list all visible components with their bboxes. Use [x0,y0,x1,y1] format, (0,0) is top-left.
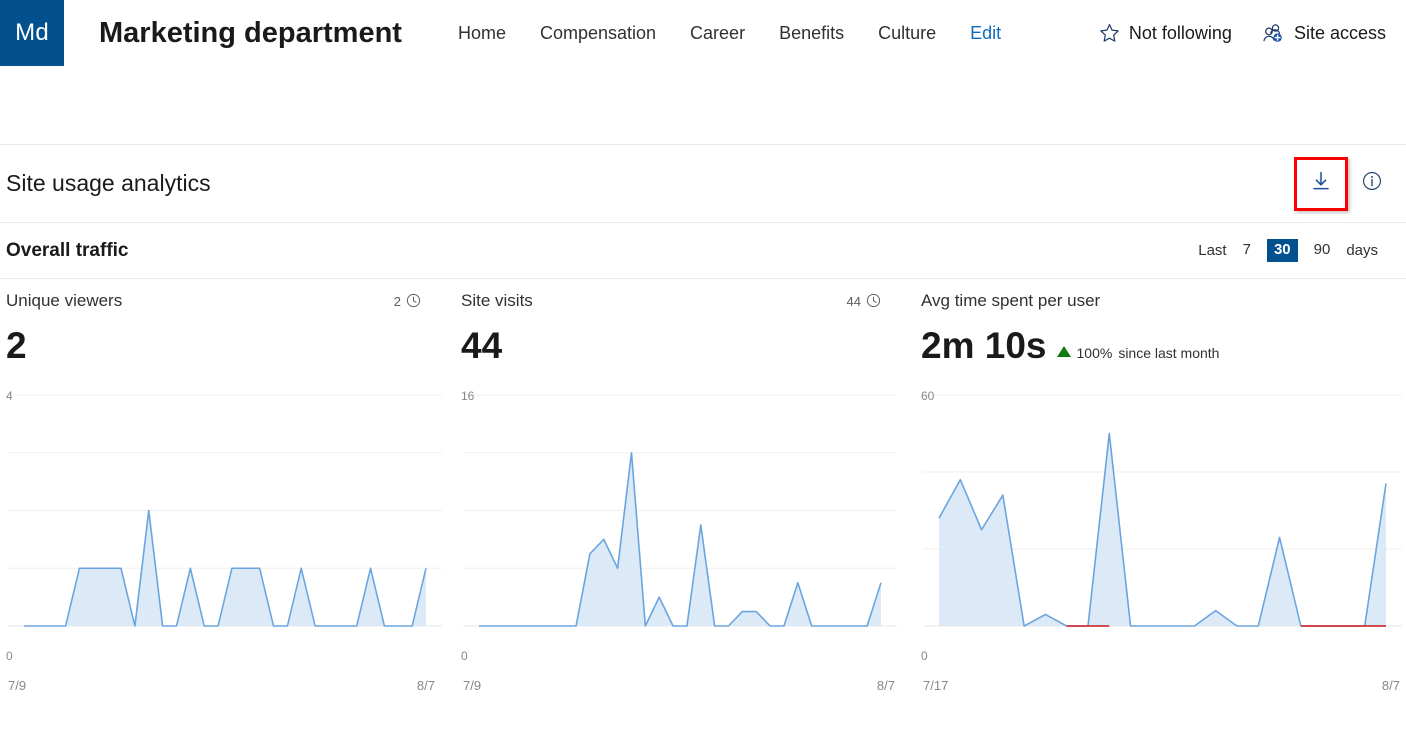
range-option-7[interactable]: 7 [1236,239,1258,262]
x-axis-end-label: 8/7 [1382,678,1400,693]
card-header: Unique viewers 2 [6,291,455,317]
x-axis-start-label: 7/9 [463,678,481,693]
y-axis-max-label: 4 [6,389,13,403]
card-value: 2 [6,327,27,364]
clock-icon [866,293,881,311]
card-label: Unique viewers [6,291,122,311]
info-icon [1361,170,1383,197]
metric-card-avg-time-spent: Avg time spent per user 2m 10s 100% sinc… [915,291,1406,745]
date-range-picker: Last 7 30 90 days [1198,239,1378,262]
metric-cards: Unique viewers 2 2 4 0 7/9 8/7 [0,279,1406,745]
nav-item-benefits[interactable]: Benefits [779,24,844,42]
card-side-value: 2 [394,293,421,311]
site-access-label: Site access [1294,23,1386,44]
chart-avg-time-spent: 60 0 7/17 8/7 [921,389,1406,699]
overall-traffic-header: Overall traffic Last 7 30 90 days [0,223,1406,279]
nav-item-home[interactable]: Home [458,24,506,42]
trend-indicator: 100% since last month [1057,345,1220,361]
card-label: Avg time spent per user [921,291,1100,311]
trend-up-arrow-icon [1057,346,1071,357]
analytics-header: Site usage analytics [0,145,1406,223]
y-axis-min-label: 0 [6,649,13,663]
card-value-row: 44 [461,327,915,375]
nav-item-edit[interactable]: Edit [970,24,1001,42]
star-icon [1099,23,1120,44]
area-chart-svg [461,389,901,664]
nav-item-compensation[interactable]: Compensation [540,24,656,42]
card-header: Avg time spent per user [921,291,1406,317]
trend-period-label: since last month [1118,345,1219,361]
header-actions: Not following Site access [1099,23,1406,44]
top-navigation: Home Compensation Career Benefits Cultur… [458,24,1001,42]
metric-card-site-visits: Site visits 44 44 16 0 7/9 8/7 [455,291,915,745]
site-logo-text: Md [15,19,49,47]
y-axis-min-label: 0 [461,649,468,663]
analytics-actions [1294,157,1386,211]
card-value: 2m 10s [921,327,1047,364]
x-axis-end-label: 8/7 [417,678,435,693]
trend-percent: 100% [1077,345,1113,361]
metric-card-unique-viewers: Unique viewers 2 2 4 0 7/9 8/7 [0,291,455,745]
chart-site-visits: 16 0 7/9 8/7 [461,389,915,699]
y-axis-max-label: 16 [461,389,474,403]
card-value-row: 2m 10s 100% since last month [921,327,1406,375]
area-chart-svg [921,389,1406,664]
site-header: Md Marketing department Home Compensatio… [0,0,1406,145]
people-add-icon [1262,23,1285,44]
x-axis-start-label: 7/17 [923,678,948,693]
analytics-title: Site usage analytics [6,170,211,197]
range-prefix-label: Last [1198,242,1226,259]
site-access-button[interactable]: Site access [1262,23,1386,44]
card-side-value: 44 [847,293,881,311]
card-value: 44 [461,327,502,364]
card-label: Site visits [461,291,533,311]
area-chart-svg [6,389,446,664]
card-side-number: 44 [847,294,861,309]
x-axis-start-label: 7/9 [8,678,26,693]
y-axis-max-label: 60 [921,389,934,403]
card-side-number: 2 [394,294,401,309]
not-following-label: Not following [1129,23,1232,44]
clock-icon [406,293,421,311]
header-row: Md Marketing department Home Compensatio… [0,0,1406,66]
range-option-90[interactable]: 90 [1307,239,1338,262]
x-axis-end-label: 8/7 [877,678,895,693]
range-suffix-label: days [1346,242,1378,259]
page-title: Marketing department [99,17,402,50]
card-header: Site visits 44 [461,291,915,317]
overall-traffic-title: Overall traffic [6,240,129,262]
card-value-row: 2 [6,327,455,375]
nav-item-culture[interactable]: Culture [878,24,936,42]
info-button[interactable] [1358,170,1386,198]
chart-unique-viewers: 4 0 7/9 8/7 [6,389,455,699]
download-button[interactable] [1299,162,1343,206]
not-following-button[interactable]: Not following [1099,23,1232,44]
site-logo[interactable]: Md [0,0,64,66]
download-button-highlight [1294,157,1348,211]
y-axis-min-label: 0 [921,649,928,663]
download-icon [1309,169,1333,198]
range-option-30[interactable]: 30 [1267,239,1298,262]
nav-item-career[interactable]: Career [690,24,745,42]
